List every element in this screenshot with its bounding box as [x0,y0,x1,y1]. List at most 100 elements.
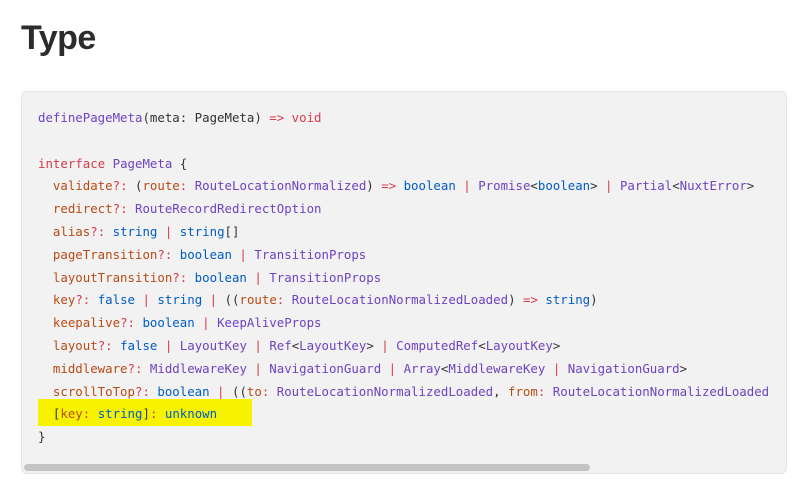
code-token: boolean [179,246,232,262]
code-token: boolean [157,383,210,399]
code-line: interface PageMeta { [38,153,769,176]
code-token: to [246,383,262,399]
code-line: layout?: false | LayoutKey | Ref<LayoutK… [38,335,769,358]
code-token: => [269,110,285,125]
code-token: | [157,223,180,239]
code-token: | [246,269,270,285]
code-token: ) [254,110,270,125]
code-token: route [239,292,277,308]
code-token: < [672,178,680,194]
code-token: [] [224,223,240,239]
code-token: unknown [164,406,218,422]
code-token: | [545,360,568,376]
code-token: ?: [134,383,158,399]
code-token: ?: [157,246,180,262]
code-token: : [82,406,98,422]
code-token: string [157,292,203,308]
code-token: | [209,383,232,399]
code-token: redirect [52,201,113,217]
code-line: scrollToTop?: boolean | ((to: RouteLocat… [38,381,769,404]
code-line: validate?: (route: RouteLocationNormaliz… [38,175,769,198]
code-token: > [590,178,598,194]
code-token: validate [52,178,113,194]
code-token: boolean [142,315,195,331]
code-token: ] [142,406,150,422]
code-token: TransitionProps [254,246,367,262]
code-token: layoutTransition [52,269,173,285]
code-token: , [493,383,509,399]
code-content: definePageMeta(meta: PageMeta) => void i… [38,107,769,449]
code-token: : [149,406,165,422]
code-token: void [291,110,322,125]
code-token: | [246,337,270,353]
code-token: RouteLocationNormalizedLoaded [291,292,509,308]
scrollbar-thumb[interactable] [24,464,590,471]
code-token: ?: [112,201,135,217]
code-token: Array [403,360,441,376]
code-token: LayoutKey [485,337,553,353]
code-token: > [679,360,688,376]
code-token: RouteLocationNormalizedLoaded [276,383,494,399]
code-token: NavigationGuard [567,360,680,376]
code-token: | [157,337,180,353]
code-token: < [530,178,538,194]
code-token: > [552,337,561,353]
code-token: false [97,292,136,308]
code-token: alias [52,223,91,239]
code-token: LayoutKey [299,337,367,353]
code-token: meta [149,110,180,125]
code-token: | [246,360,270,376]
code-token: ?: [90,223,113,239]
code-token: (( [224,292,240,308]
code-token: Promise [478,178,531,194]
code-token: RouteLocationNormalizedLoaded [552,383,770,399]
code-line: layoutTransition?: boolean | TransitionP… [38,267,769,290]
code-line: key?: false | string | ((route: RouteLoc… [38,289,769,312]
code-token: | [381,360,404,376]
code-token: PageMeta [112,155,173,171]
code-token: string [112,223,158,239]
code-token: | [597,178,620,194]
code-token: (( [231,383,247,399]
code-token: ) [590,292,598,308]
code-token: Ref [269,337,292,353]
code-token: { [172,155,188,171]
code-token: ?: [127,360,150,376]
code-token: ?: [120,315,143,331]
code-token: > [746,178,755,194]
code-token: KeepAliveProps [217,315,322,331]
code-token: ) [366,178,382,194]
horizontal-scrollbar[interactable] [22,463,786,473]
code-token: ( [142,110,150,125]
code-token: route [142,178,180,194]
code-token: NuxtError [679,178,747,194]
code-token: : [179,110,195,125]
code-token: ?: [112,178,135,194]
code-line: redirect?: RouteRecordRedirectOption [38,198,769,221]
code-token: false [120,337,158,353]
code-token: Partial [619,178,673,194]
code-line: alias?: string | string[] [38,221,769,244]
code-token: definePageMeta [38,110,143,125]
code-token: TransitionProps [269,269,382,285]
code-token: => [522,292,538,308]
code-token: key [52,292,76,308]
code-block[interactable]: definePageMeta(meta: PageMeta) => void i… [21,91,787,474]
code-line: } [38,426,769,449]
code-token: from [508,383,538,399]
code-token: => [381,178,397,194]
code-token: > [366,337,374,353]
code-token: key [60,406,83,422]
code-token: boolean [403,178,456,194]
code-token: string [97,406,143,422]
code-token: : [261,383,277,399]
